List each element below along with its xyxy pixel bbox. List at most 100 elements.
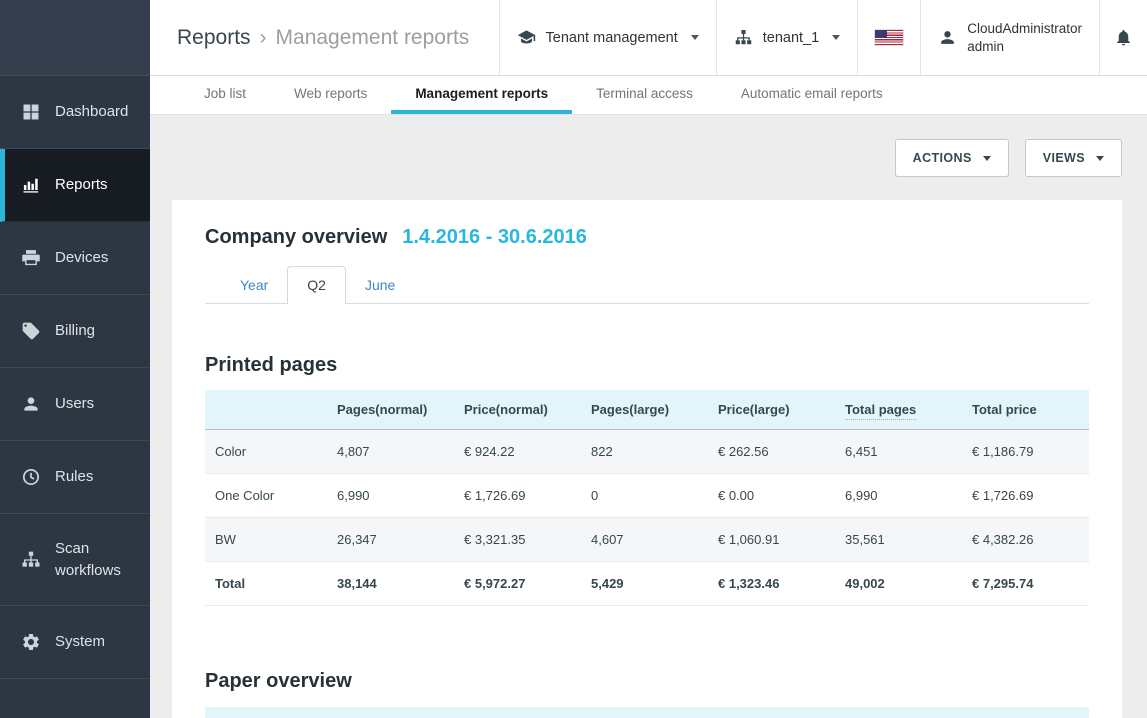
table-row: BW 26,347 € 3,321.35 4,607 € 1,060.91 35… (205, 518, 1089, 562)
cell: € 924.22 (454, 430, 581, 474)
cell: € 1,726.69 (962, 474, 1089, 518)
cell: 6,451 (835, 430, 962, 474)
logo-area (0, 0, 150, 76)
sidebar-item-label: Scan workflows (55, 538, 139, 582)
period-tab-q2[interactable]: Q2 (287, 266, 346, 304)
tab-web-reports[interactable]: Web reports (270, 76, 391, 114)
cell: 822 (581, 430, 708, 474)
cell: € 5,972.27 (454, 562, 581, 606)
cell: 4,807 (327, 430, 454, 474)
tag-icon (20, 320, 42, 342)
cell: € 7,295.74 (962, 562, 1089, 606)
cell: 4,607 (581, 518, 708, 562)
period-tabs: Year Q2 June (205, 266, 1089, 304)
tenant-management-label: Tenant management (546, 30, 678, 46)
breadcrumb-page: Management reports (276, 26, 470, 50)
sidebar-item-system[interactable]: System (0, 606, 150, 679)
sidebar-nav: Dashboard Reports Devices Billing (0, 76, 150, 718)
tenant-selector[interactable]: tenant_1 (716, 0, 857, 75)
top-header: Reports › Management reports Tenant mana… (150, 0, 1147, 76)
paper-overview-table-header (205, 707, 1089, 718)
sidebar-item-label: Users (55, 393, 94, 415)
bell-icon (1114, 28, 1133, 47)
sidebar: Dashboard Reports Devices Billing (0, 0, 150, 718)
col-header-pages-large: Pages(large) (581, 390, 708, 430)
row-label: One Color (205, 474, 327, 518)
col-header-price-normal: Price(normal) (454, 390, 581, 430)
bar-chart-icon (20, 174, 42, 196)
col-header-total-price: Total price (962, 390, 1089, 430)
breadcrumb-section[interactable]: Reports (177, 26, 251, 50)
cell: 49,002 (835, 562, 962, 606)
dashboard-icon (20, 101, 42, 123)
notifications-button[interactable] (1099, 0, 1147, 75)
chevron-down-icon (1096, 156, 1104, 161)
report-card: Company overview 1.4.2016 - 30.6.2016 Ye… (172, 200, 1122, 718)
header-controls: Tenant management tenant_1 (499, 0, 1147, 75)
printed-pages-table: Pages(normal) Price(normal) Pages(large)… (205, 390, 1089, 606)
cell: 0 (581, 474, 708, 518)
col-header-pages-normal: Pages(normal) (327, 390, 454, 430)
main-area: Reports › Management reports Tenant mana… (150, 0, 1147, 718)
period-tab-year[interactable]: Year (221, 267, 287, 303)
person-icon (20, 393, 42, 415)
report-title-row: Company overview 1.4.2016 - 30.6.2016 (205, 226, 1089, 249)
col-header-total-pages[interactable]: Total pages (835, 390, 962, 430)
row-label: Total (205, 562, 327, 606)
tenant-management-menu[interactable]: Tenant management (499, 0, 716, 75)
user-role: admin (967, 38, 1082, 56)
cell: € 3,321.35 (454, 518, 581, 562)
sidebar-item-billing[interactable]: Billing (0, 295, 150, 368)
section-tabs: Job list Web reports Management reports … (150, 76, 1147, 115)
table-header-row: Pages(normal) Price(normal) Pages(large)… (205, 390, 1089, 430)
sidebar-item-devices[interactable]: Devices (0, 222, 150, 295)
report-period: 1.4.2016 - 30.6.2016 (402, 226, 587, 249)
tab-terminal-access[interactable]: Terminal access (572, 76, 717, 114)
col-header-empty (205, 390, 327, 430)
cell: € 1,060.91 (708, 518, 835, 562)
tab-management-reports[interactable]: Management reports (391, 76, 572, 114)
person-icon (938, 28, 957, 47)
breadcrumb-separator: › (260, 26, 267, 50)
user-name: CloudAdministrator (967, 20, 1082, 38)
sidebar-item-dashboard[interactable]: Dashboard (0, 76, 150, 149)
cell: € 4,382.26 (962, 518, 1089, 562)
sidebar-item-label: Dashboard (55, 101, 128, 123)
chevron-down-icon (691, 35, 699, 40)
report-title: Company overview (205, 226, 387, 249)
sidebar-item-rules[interactable]: Rules (0, 441, 150, 514)
app-screen: Dashboard Reports Devices Billing (0, 0, 1147, 718)
sidebar-item-label: Devices (55, 247, 108, 269)
clock-icon (20, 466, 42, 488)
tab-job-list[interactable]: Job list (180, 76, 270, 114)
paper-overview-heading: Paper overview (205, 670, 1089, 693)
actions-button[interactable]: ACTIONS (895, 139, 1009, 177)
cell: 6,990 (327, 474, 454, 518)
sidebar-item-label: Billing (55, 320, 95, 342)
sitemap-icon (20, 549, 42, 571)
sidebar-item-reports[interactable]: Reports (0, 149, 150, 222)
row-label: BW (205, 518, 327, 562)
sidebar-filler (0, 679, 150, 718)
content-area: ACTIONS VIEWS Company overview 1.4.2016 … (150, 115, 1147, 718)
period-tab-june[interactable]: June (346, 267, 414, 303)
language-selector[interactable] (857, 0, 920, 75)
tenant-label: tenant_1 (763, 30, 819, 46)
graduation-cap-icon (517, 28, 536, 47)
chevron-down-icon (832, 35, 840, 40)
table-total-row: Total 38,144 € 5,972.27 5,429 € 1,323.46… (205, 562, 1089, 606)
user-menu[interactable]: CloudAdministrator admin (920, 0, 1099, 75)
printed-pages-heading: Printed pages (205, 354, 1089, 377)
row-label: Color (205, 430, 327, 474)
cell: € 1,726.69 (454, 474, 581, 518)
cell: € 0.00 (708, 474, 835, 518)
gear-icon (20, 631, 42, 653)
col-header-price-large: Price(large) (708, 390, 835, 430)
sidebar-item-label: Rules (55, 466, 93, 488)
sidebar-item-scan-workflows[interactable]: Scan workflows (0, 514, 150, 606)
printer-icon (20, 247, 42, 269)
cell: € 1,323.46 (708, 562, 835, 606)
tab-automatic-email-reports[interactable]: Automatic email reports (717, 76, 907, 114)
sidebar-item-users[interactable]: Users (0, 368, 150, 441)
views-button[interactable]: VIEWS (1025, 139, 1122, 177)
